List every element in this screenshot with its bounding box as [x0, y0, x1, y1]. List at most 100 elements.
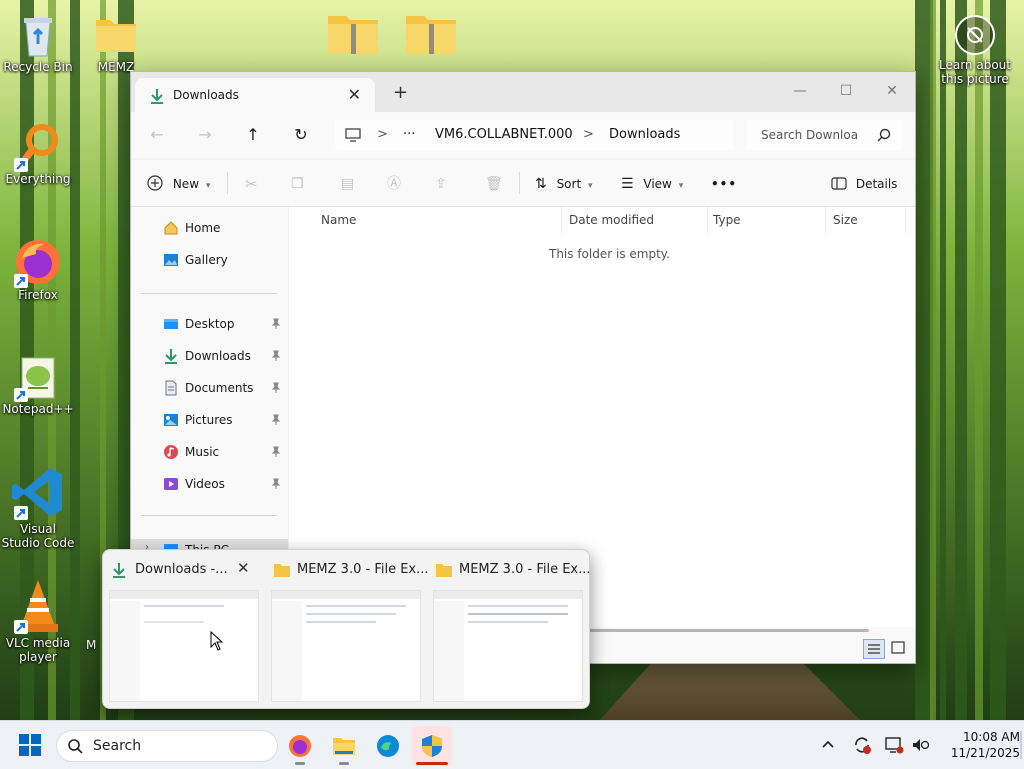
sync-alert-icon[interactable] [852, 735, 872, 755]
search-box[interactable]: Search Downloa [747, 120, 903, 150]
sidebar-item-label: Music [185, 445, 220, 459]
breadcrumb-more[interactable]: ··· [403, 127, 415, 142]
column-divider[interactable] [561, 207, 562, 233]
thumbnail-close-button[interactable]: ✕ [237, 559, 250, 577]
rename-icon[interactable]: Ⓐ [387, 174, 401, 194]
copy-icon[interactable]: ❐ [291, 174, 304, 194]
pin-icon[interactable] [271, 446, 281, 458]
column-divider[interactable] [905, 207, 906, 233]
desktop-icon-notepad-plus-plus[interactable]: Notepad++ [0, 352, 76, 416]
sort-button[interactable]: ⇅ Sort ▾ [535, 174, 593, 194]
breadcrumb-item-host[interactable]: VM6.COLLABNET.000 [435, 127, 573, 142]
new-button[interactable]: New ▾ [147, 174, 210, 194]
horizontal-scrollbar[interactable] [589, 629, 869, 632]
folder-icon [96, 20, 136, 52]
column-header-date-modified[interactable]: Date modified [569, 213, 654, 227]
clock-date: 11/21/2025 [950, 746, 1020, 760]
delete-icon[interactable]: 🗑︎ [485, 174, 503, 194]
maximize-button[interactable]: ☐ [823, 77, 869, 105]
search-input[interactable]: Search Downloa [761, 128, 869, 142]
divider [141, 293, 277, 294]
network-icon[interactable] [884, 735, 904, 755]
column-header-size[interactable]: Size [833, 213, 858, 227]
sidebar-item-home[interactable]: Home [163, 217, 285, 239]
taskbar-thumbnail-preview: Downloads -... ✕ MEMZ 3.0 - File Ex... M… [102, 549, 591, 709]
forward-button[interactable]: → [193, 124, 217, 146]
paste-icon[interactable]: ▤ [341, 174, 354, 194]
desktop-icon-zip-folder-2[interactable] [390, 10, 466, 60]
sidebar-item-music[interactable]: Music [163, 441, 285, 463]
show-hidden-icons-chevron-icon[interactable] [820, 736, 836, 752]
desktop-icon-learn-about-picture[interactable]: Learn about this picture [936, 14, 1014, 86]
address-bar[interactable]: > ··· VM6.COLLABNET.000 > Downloads [335, 120, 733, 150]
desktop-icon-firefox[interactable]: Firefox [0, 238, 76, 302]
title-bar[interactable]: Downloads ✕ + — ☐ ✕ [131, 72, 915, 112]
details-view-icon[interactable] [863, 639, 885, 659]
pin-icon[interactable] [271, 350, 281, 362]
edge-icon [377, 735, 399, 757]
plus-circle-icon [147, 175, 163, 191]
thumbnail-image [109, 590, 259, 702]
windows-start-icon[interactable] [18, 733, 42, 757]
desktop-icon-memz[interactable]: MEMZ [78, 10, 154, 74]
pin-icon[interactable] [271, 414, 281, 426]
desktop-icon-zip-folder-1[interactable] [312, 10, 388, 60]
desktop-icon-recycle-bin[interactable]: Recycle Bin [0, 10, 76, 74]
camera-info-icon [955, 15, 995, 55]
back-button[interactable]: ← [145, 124, 169, 146]
pin-icon[interactable] [271, 318, 281, 330]
sidebar-item-downloads[interactable]: Downloads [163, 345, 285, 367]
sidebar-item-pictures[interactable]: Pictures [163, 409, 285, 431]
view-button[interactable]: ☰ View ▾ [621, 174, 683, 194]
view-label: View [643, 177, 672, 191]
desktop-icon-hidden-m[interactable]: M [86, 638, 96, 652]
column-header-name[interactable]: Name [321, 213, 356, 227]
close-button[interactable]: ✕ [869, 77, 915, 105]
desktop-icon-everything[interactable]: Everything [0, 122, 76, 186]
cut-icon[interactable]: ✂ [245, 174, 258, 194]
folder-icon [436, 564, 452, 577]
shortcut-arrow-icon [14, 388, 28, 402]
up-button[interactable]: ↑ [241, 124, 265, 146]
breadcrumb-item-downloads[interactable]: Downloads [609, 127, 680, 142]
sidebar-item-gallery[interactable]: Gallery [163, 249, 285, 271]
column-divider[interactable] [707, 207, 708, 233]
taskbar-app-windows-security[interactable] [412, 726, 452, 766]
desktop-icon-visual-studio-code[interactable]: Visual Studio Code [0, 464, 76, 550]
refresh-button[interactable]: ↻ [289, 124, 313, 146]
sidebar-item-label: Home [185, 221, 221, 235]
tiles-view-icon[interactable] [891, 640, 905, 656]
sidebar-item-videos[interactable]: Videos [163, 473, 285, 495]
desktop-icon-vlc-media-player[interactable]: VLC media player [0, 578, 76, 664]
breadcrumb-separator[interactable]: > [377, 127, 388, 142]
taskbar-search-box[interactable]: Search [56, 730, 278, 762]
minimize-button[interactable]: — [777, 77, 823, 105]
column-divider[interactable] [825, 207, 826, 233]
taskbar-app-file-explorer[interactable] [324, 726, 364, 766]
volume-muted-icon[interactable] [910, 735, 930, 755]
new-tab-button[interactable]: + [393, 82, 408, 103]
pin-icon[interactable] [271, 478, 281, 490]
details-pane-button[interactable]: Details [831, 174, 897, 194]
taskbar-app-edge[interactable] [368, 726, 408, 766]
pin-icon[interactable] [271, 382, 281, 394]
show-desktop-button[interactable] [1020, 731, 1022, 759]
more-options-button[interactable]: ••• [711, 174, 737, 194]
breadcrumb-separator[interactable]: > [583, 127, 594, 142]
share-icon[interactable]: ⇪ [435, 174, 447, 194]
thumbnail-memz-1[interactable]: MEMZ 3.0 - File Ex... [265, 550, 429, 708]
taskbar-search-label: Search [93, 738, 142, 754]
taskbar-app-firefox[interactable] [280, 726, 320, 766]
sidebar-item-desktop[interactable]: Desktop [163, 313, 285, 335]
downloads-icon [113, 563, 125, 578]
tab-close-button[interactable]: ✕ [348, 85, 361, 104]
desktop-icon-label: Recycle Bin [3, 60, 73, 74]
pictures-icon [164, 414, 178, 426]
thumbnail-memz-2[interactable]: MEMZ 3.0 - File Ex... [427, 550, 591, 708]
column-header-type[interactable]: Type [713, 213, 741, 227]
sidebar-item-documents[interactable]: Documents [163, 377, 285, 399]
thumbnail-downloads[interactable]: Downloads -... ✕ [103, 550, 265, 708]
tab-downloads[interactable]: Downloads ✕ [135, 78, 375, 112]
system-clock[interactable]: 10:08 AM 11/21/2025 [930, 729, 1020, 761]
divider [519, 172, 520, 194]
